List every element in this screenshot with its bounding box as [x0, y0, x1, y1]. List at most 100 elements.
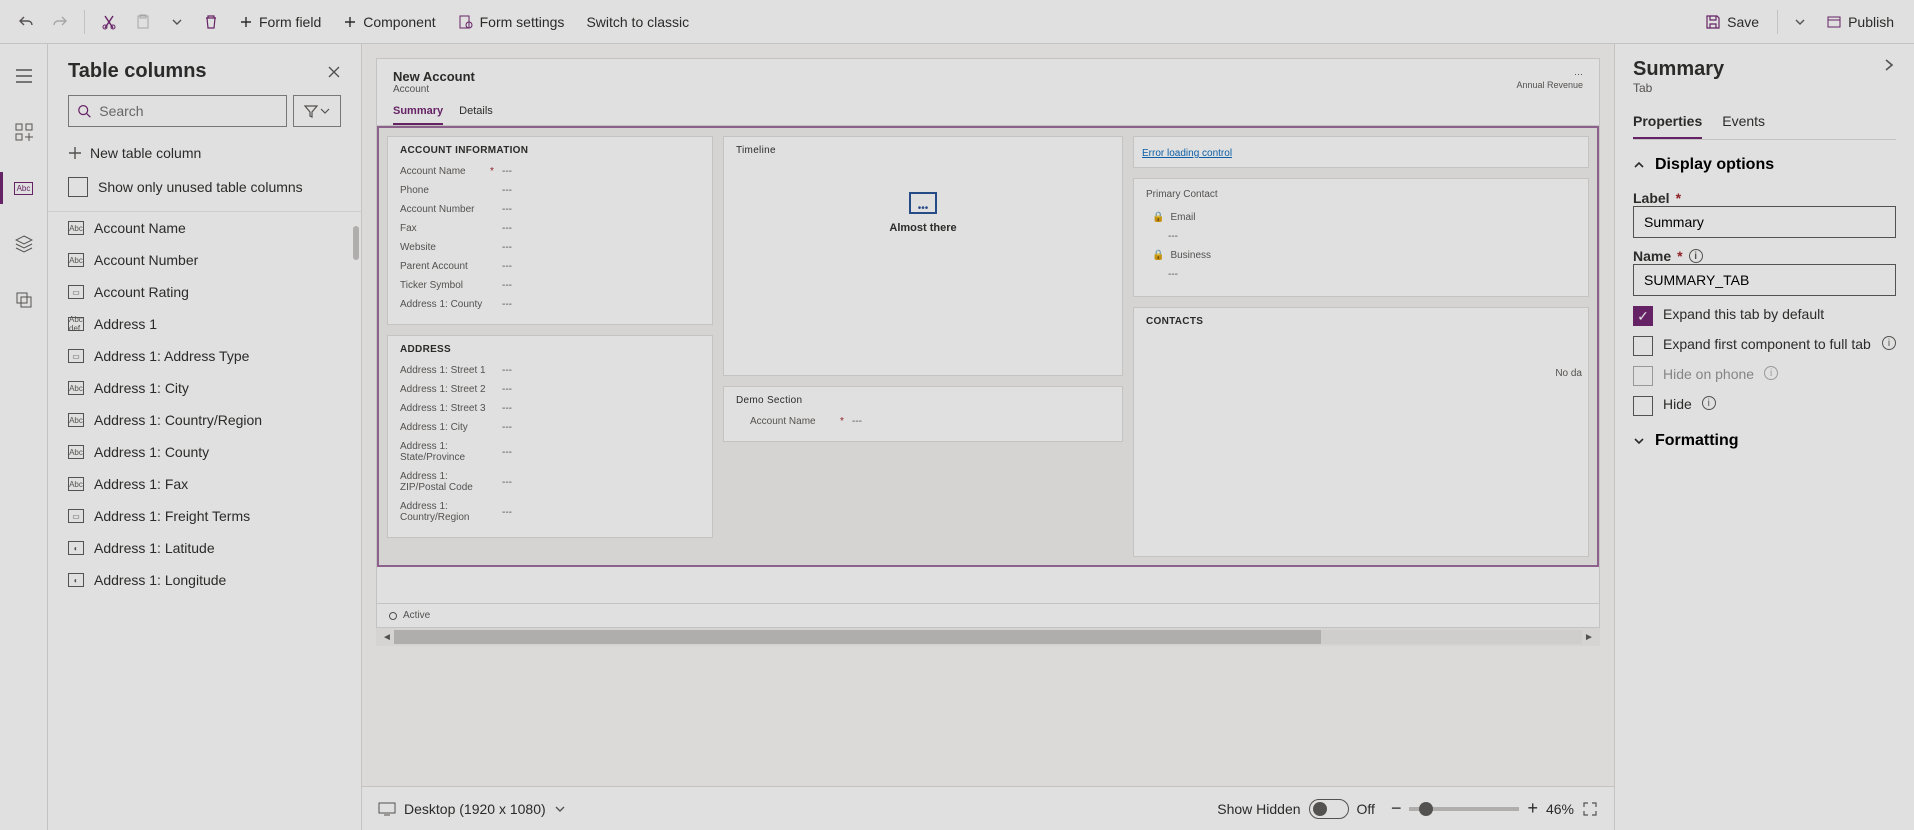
display-options-header[interactable]: Display options: [1633, 150, 1896, 180]
viewport-selector[interactable]: Desktop (1920 x 1080): [378, 801, 566, 817]
list-item[interactable]: AbcAccount Number: [48, 244, 361, 276]
plus-icon: [343, 15, 357, 29]
list-item[interactable]: AbcAddress 1: City: [48, 372, 361, 404]
required-star: *: [1677, 248, 1682, 264]
zoom-slider[interactable]: [1409, 807, 1519, 811]
info-icon[interactable]: i: [1882, 336, 1896, 350]
show-hidden-toggle[interactable]: [1309, 799, 1349, 819]
form-title: New Account: [393, 69, 475, 84]
list-item[interactable]: AbcAddress 1: County: [48, 436, 361, 468]
delete-button[interactable]: [197, 8, 225, 36]
demo-section[interactable]: Demo Section Account Name * ---: [723, 386, 1123, 442]
save-button[interactable]: Save: [1697, 8, 1767, 36]
hide-phone-checkbox[interactable]: Hide on phone i: [1633, 366, 1896, 386]
paste-button[interactable]: [129, 8, 157, 36]
scrollbar-thumb[interactable]: [353, 226, 359, 260]
error-link[interactable]: Error loading control: [1142, 148, 1232, 159]
field-value: ---: [502, 299, 512, 310]
form-card[interactable]: New Account Account ⋯ Annual Revenue Sum…: [376, 58, 1600, 628]
section-title: Demo Section: [736, 395, 1110, 406]
form-canvas: New Account Account ⋯ Annual Revenue Sum…: [362, 44, 1614, 830]
panel-close-button[interactable]: [327, 65, 341, 79]
expand-first-label: Expand first component to full tab: [1663, 336, 1872, 352]
label-input[interactable]: [1633, 206, 1896, 238]
expand-first-checkbox[interactable]: Expand first component to full tab i: [1633, 336, 1896, 356]
zoom-in-button[interactable]: +: [1527, 798, 1538, 819]
contacts-section[interactable]: CONTACTS No da: [1133, 307, 1589, 557]
rail-components[interactable]: [8, 116, 40, 148]
panel-expand-button[interactable]: [1882, 58, 1896, 72]
field-label: Address 1: Country/Region: [400, 501, 490, 523]
tab-properties[interactable]: Properties: [1633, 105, 1702, 139]
formatting-header[interactable]: Formatting: [1633, 426, 1896, 456]
show-unused-checkbox-row[interactable]: Show only unused table columns: [48, 169, 361, 211]
publish-button[interactable]: Publish: [1818, 8, 1902, 36]
canvas-hscroll[interactable]: ◄ ►: [376, 628, 1600, 646]
form-tab[interactable]: Details: [459, 99, 493, 125]
scroll-left-icon[interactable]: ◄: [380, 632, 394, 643]
save-chevron[interactable]: [1788, 10, 1812, 34]
list-item[interactable]: AbcAddress 1: Country/Region: [48, 404, 361, 436]
list-item[interactable]: ◐Address 1: Latitude: [48, 532, 361, 564]
filter-button[interactable]: [293, 95, 341, 127]
field-value: ---: [502, 204, 512, 215]
add-form-field-button[interactable]: Form field: [231, 8, 329, 36]
zoom-value: 46%: [1546, 801, 1574, 817]
rail-hamburger[interactable]: [8, 60, 40, 92]
list-item[interactable]: AbcAccount Name: [48, 212, 361, 244]
redo-button[interactable]: [46, 8, 74, 36]
column-label: Address 1: Longitude: [94, 572, 226, 588]
rail-formlibs[interactable]: [8, 284, 40, 316]
info-icon[interactable]: i: [1689, 249, 1703, 263]
hidden-state: Off: [1357, 801, 1375, 817]
expand-default-checkbox[interactable]: ✓ Expand this tab by default: [1633, 306, 1896, 326]
form-settings-button[interactable]: Form settings: [450, 8, 573, 36]
add-component-button[interactable]: Component: [335, 8, 443, 36]
chevron-down-icon: [1633, 435, 1645, 447]
info-icon[interactable]: i: [1764, 366, 1778, 380]
paste-chevron[interactable]: [163, 8, 191, 36]
form-entity: Account: [393, 84, 475, 95]
form-settings-label: Form settings: [480, 14, 565, 30]
component-label: Component: [363, 14, 435, 30]
error-section[interactable]: Error loading control: [1133, 136, 1589, 168]
list-item[interactable]: ▭Address 1: Address Type: [48, 340, 361, 372]
field-label: Address 1: ZIP/Postal Code: [400, 471, 490, 493]
switch-classic-button[interactable]: Switch to classic: [578, 8, 697, 36]
list-item[interactable]: AbcAddress 1: Fax: [48, 468, 361, 500]
search-input[interactable]: [99, 103, 278, 119]
timeline-section[interactable]: Timeline Almost there: [723, 136, 1123, 376]
field-label: Account Name: [750, 416, 840, 427]
scrollbar-thumb[interactable]: [394, 630, 1321, 644]
fit-icon[interactable]: [1582, 801, 1598, 817]
top-toolbar: Form field Component Form settings Switc…: [0, 0, 1914, 44]
tab-events[interactable]: Events: [1722, 105, 1765, 139]
scroll-right-icon[interactable]: ►: [1582, 632, 1596, 643]
required-star: *: [1676, 190, 1681, 206]
address-section[interactable]: ADDRESS Address 1: Street 1---Address 1:…: [387, 335, 713, 538]
zoom-out-button[interactable]: −: [1391, 798, 1402, 819]
properties-panel: Summary Tab Properties Events Display op…: [1614, 44, 1914, 830]
name-input[interactable]: [1633, 264, 1896, 296]
cut-button[interactable]: [95, 8, 123, 36]
list-item[interactable]: ◐Address 1: Longitude: [48, 564, 361, 596]
list-item[interactable]: Abc defAddress 1: [48, 308, 361, 340]
list-item[interactable]: ▭Address 1: Freight Terms: [48, 500, 361, 532]
account-info-section[interactable]: ACCOUNT INFORMATION Account Name*---Phon…: [387, 136, 713, 325]
checkbox-icon: ✓: [1633, 306, 1653, 326]
header-more-icon[interactable]: ⋯: [1516, 69, 1583, 80]
search-input-wrapper[interactable]: [68, 95, 287, 127]
list-item[interactable]: ▭Account Rating: [48, 276, 361, 308]
info-icon[interactable]: i: [1702, 396, 1716, 410]
switch-classic-label: Switch to classic: [586, 14, 689, 30]
rail-tree[interactable]: [8, 228, 40, 260]
form-tab[interactable]: Summary: [393, 99, 443, 125]
form-footer: Active: [377, 603, 1599, 627]
column-type-icon: Abc: [68, 253, 84, 267]
primary-contact-section[interactable]: Primary Contact 🔒Email --- 🔒Business ---: [1133, 178, 1589, 297]
hide-checkbox[interactable]: Hide i: [1633, 396, 1896, 416]
summary-tab-body[interactable]: ACCOUNT INFORMATION Account Name*---Phon…: [377, 126, 1599, 567]
new-table-column-button[interactable]: New table column: [48, 137, 361, 169]
rail-columns[interactable]: Abc: [8, 172, 40, 204]
undo-button[interactable]: [12, 8, 40, 36]
